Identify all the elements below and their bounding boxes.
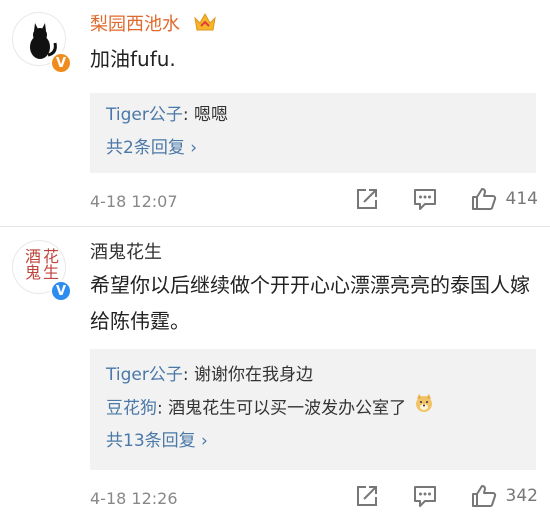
comment-icon <box>413 486 436 507</box>
avatar-char-left: 酒鬼 <box>22 248 41 280</box>
like-button[interactable]: 414 <box>470 186 538 212</box>
like-count: 342 <box>505 486 538 506</box>
share-icon <box>356 486 377 506</box>
reply-author[interactable]: Tiger公子 <box>106 105 183 125</box>
crown-vip-icon <box>192 11 218 37</box>
verified-badge-icon: V <box>50 52 72 74</box>
reply-box: Tiger公子: 嗯嗯 共2条回复 › <box>90 93 536 173</box>
thumbs-up-icon <box>471 188 496 210</box>
comment-actions: 414 <box>322 186 538 212</box>
comment-1: V 梨园西池水 加油fufu. Tiger公子: 嗯嗯 共2条回复 › 4-18… <box>0 0 550 225</box>
share-icon <box>356 189 377 209</box>
like-button[interactable]: 342 <box>470 483 538 509</box>
comment-text: 希望你以后继续做个开开心心漂漂亮亮的泰国人嫁给陈伟霆。 <box>90 273 530 333</box>
timestamp: 4-18 12:07 <box>90 192 178 211</box>
reply-item[interactable]: Tiger公子: 嗯嗯 <box>106 99 520 132</box>
timestamp: 4-18 12:26 <box>90 489 178 508</box>
more-replies-link[interactable]: 共2条回复 › <box>106 132 520 165</box>
comment-actions: 342 <box>322 483 538 509</box>
comment-2: 花生 酒鬼 V 酒鬼花生 希望你以后继续做个开开心心漂漂亮亮的泰国人嫁给陈伟霆。… <box>0 227 550 515</box>
reply-box: Tiger公子: 谢谢你在我身边 豆花狗: 酒鬼花生可以买一波发办公室了 共13… <box>90 349 536 470</box>
reply-separator: : <box>182 365 194 385</box>
reply-item[interactable]: Tiger公子: 谢谢你在我身边 <box>106 359 520 392</box>
thumbs-up-icon <box>471 485 496 507</box>
username[interactable]: 酒鬼花生 <box>90 238 162 264</box>
like-count: 414 <box>505 189 538 209</box>
more-replies-link[interactable]: 共13条回复 › <box>106 425 520 458</box>
comment-icon <box>413 189 436 210</box>
reply-author[interactable]: Tiger公子 <box>106 365 183 385</box>
verified-badge-icon: V <box>50 280 72 302</box>
reply-separator: : <box>182 105 194 125</box>
comment-button[interactable] <box>412 483 438 509</box>
reply-text: 嗯嗯 <box>193 105 228 125</box>
reply-text: 谢谢你在我身边 <box>193 365 313 385</box>
reply-author[interactable]: 豆花狗 <box>106 399 157 419</box>
share-button[interactable] <box>354 483 380 509</box>
avatar-char-right: 花生 <box>40 248 59 280</box>
reply-separator: : <box>157 398 169 419</box>
comment-button[interactable] <box>412 186 438 212</box>
reply-text: 酒鬼花生可以买一波发办公室了 <box>168 398 407 419</box>
doge-emoji-icon <box>414 392 434 425</box>
share-button[interactable] <box>354 186 380 212</box>
reply-item[interactable]: 豆花狗: 酒鬼花生可以买一波发办公室了 <box>106 392 520 425</box>
username[interactable]: 梨园西池水 <box>90 10 180 36</box>
comment-text: 加油fufu. <box>90 47 176 71</box>
